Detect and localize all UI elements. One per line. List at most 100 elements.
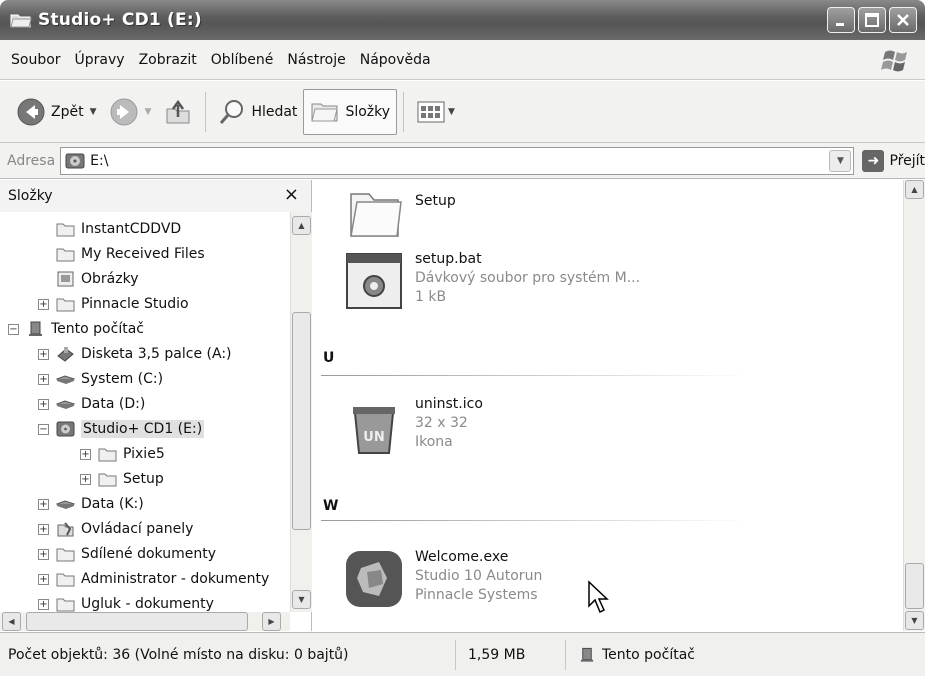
file-name: setup.bat: [415, 251, 482, 267]
expand-icon[interactable]: +: [38, 573, 49, 585]
batch-file-icon: [346, 253, 402, 309]
file-name: Welcome.exe: [415, 549, 509, 565]
folders-horizontal-scrollbar[interactable]: ◀ ▶: [0, 612, 290, 631]
tree-item-studio-cd1-e[interactable]: − Studio+ CD1 (E:): [38, 417, 205, 441]
tree-item-label: Ugluk - dokumenty: [81, 596, 214, 612]
file-dimensions: 32 x 32: [415, 415, 468, 431]
expand-icon[interactable]: +: [38, 398, 49, 410]
title-bar[interactable]: Studio+ CD1 (E:): [0, 0, 925, 40]
close-button[interactable]: [889, 7, 917, 33]
status-location: Tento počítač: [566, 640, 906, 670]
menu-tools[interactable]: Nástroje: [280, 52, 352, 68]
tree-item-shared-documents[interactable]: + Sdílené dokumenty: [38, 542, 216, 566]
scroll-thumb[interactable]: [26, 612, 248, 631]
scroll-up-button[interactable]: ▲: [292, 216, 311, 235]
tree-item-pixie5[interactable]: + Pixie5: [80, 442, 165, 466]
folders-vertical-scrollbar[interactable]: ▲ ▼: [290, 212, 312, 612]
tree-item-label: Disketa 3,5 palce (A:): [81, 346, 232, 362]
go-button[interactable]: ➜ Přejít: [862, 149, 925, 172]
chevron-left-icon: ◀: [8, 617, 15, 626]
tree-item-label: Data (D:): [81, 396, 146, 412]
scroll-down-button[interactable]: ▼: [292, 590, 311, 609]
expand-icon[interactable]: +: [38, 598, 49, 610]
tree-item-label: My Received Files: [81, 246, 205, 262]
tree-item-control-panel[interactable]: + Ovládací panely: [38, 517, 193, 541]
tree-item-administrator-documents[interactable]: + Administrator - dokumenty: [38, 567, 269, 591]
expand-icon[interactable]: +: [38, 373, 49, 385]
tree-item-data-d[interactable]: + Data (D:): [38, 392, 145, 416]
folders-button[interactable]: Složky: [303, 88, 398, 135]
pictures-folder-icon: [57, 271, 74, 287]
minimize-icon: [836, 23, 844, 26]
views-button[interactable]: ▼: [410, 89, 461, 135]
expand-icon[interactable]: +: [38, 348, 49, 360]
tree-item-floppy-a[interactable]: + Disketa 3,5 palce (A:): [38, 342, 232, 366]
close-icon[interactable]: ×: [284, 184, 299, 205]
maximize-button[interactable]: [858, 7, 886, 33]
scroll-up-button[interactable]: ▲: [905, 180, 924, 199]
file-item-setup-bat[interactable]: setup.bat Dávkový soubor pro systém M...…: [343, 250, 640, 312]
expand-icon[interactable]: +: [38, 523, 49, 535]
chevron-right-icon: ▶: [268, 617, 275, 626]
menu-edit[interactable]: Úpravy: [68, 52, 132, 68]
tree-item-tento-pocitac[interactable]: − Tento počítač: [8, 317, 144, 341]
chevron-down-icon[interactable]: ▼: [145, 107, 152, 117]
tree-item-instantcddvd[interactable]: InstantCDDVD: [56, 217, 181, 241]
file-item-uninst-ico[interactable]: UN uninst.ico 32 x 32 Ikona: [343, 395, 483, 457]
search-button[interactable]: Hledat: [212, 89, 303, 135]
expand-icon[interactable]: +: [38, 498, 49, 510]
go-arrow-icon: ➜: [862, 149, 885, 172]
cd-drive-icon: [65, 153, 85, 168]
expand-icon[interactable]: +: [38, 548, 49, 560]
mouse-cursor-icon: [588, 580, 609, 614]
scroll-thumb[interactable]: [292, 312, 311, 530]
scroll-left-button[interactable]: ◀: [2, 612, 21, 631]
file-name: Setup: [415, 193, 456, 209]
folders-pane: Složky × InstantCDDVD My Received Files …: [0, 180, 312, 631]
tree-item-pinnacle-studio[interactable]: + Pinnacle Studio: [38, 292, 189, 316]
minimize-button[interactable]: [827, 7, 855, 33]
forward-button[interactable]: ▼: [103, 89, 158, 135]
menu-favorites[interactable]: Oblíbené: [204, 52, 281, 68]
tree-item-setup[interactable]: + Setup: [80, 467, 164, 491]
tree-item-ugluk-documents[interactable]: + Ugluk - dokumenty: [38, 592, 214, 612]
folder-icon: [350, 193, 402, 237]
expand-icon[interactable]: +: [80, 473, 91, 485]
collapse-icon[interactable]: −: [8, 323, 19, 335]
expand-icon[interactable]: +: [38, 298, 49, 310]
group-divider: [321, 520, 751, 521]
folder-icon: [56, 298, 75, 312]
address-dropdown-button[interactable]: ▼: [829, 149, 852, 172]
tree-item-label: Studio+ CD1 (E:): [81, 420, 205, 438]
up-folder-button[interactable]: [157, 89, 199, 135]
tree-item-system-c[interactable]: + System (C:): [38, 367, 163, 391]
expand-icon[interactable]: +: [80, 448, 91, 460]
scroll-right-button[interactable]: ▶: [262, 612, 281, 631]
file-item-welcome-exe[interactable]: Welcome.exe Studio 10 Autorun Pinnacle S…: [343, 548, 542, 610]
back-button[interactable]: Zpět ▼: [10, 89, 103, 135]
views-grid-icon: [417, 101, 445, 122]
back-label: Zpět: [51, 103, 84, 120]
chevron-down-icon[interactable]: ▼: [448, 107, 455, 117]
menu-file[interactable]: Soubor: [4, 52, 68, 68]
chevron-up-icon: ▲: [911, 185, 918, 194]
tree-item-data-k[interactable]: + Data (K:): [38, 492, 144, 516]
chevron-down-icon[interactable]: ▼: [90, 107, 97, 117]
folder-icon: [56, 223, 75, 237]
scroll-down-button[interactable]: ▼: [905, 611, 924, 630]
folders-label: Složky: [345, 103, 391, 120]
group-divider: [321, 375, 751, 376]
tree-item-my-received-files[interactable]: My Received Files: [56, 242, 205, 266]
folders-icon: [311, 103, 339, 121]
tree-item-obrazky[interactable]: Obrázky: [56, 267, 138, 291]
menu-view[interactable]: Zobrazit: [132, 52, 204, 68]
scroll-thumb[interactable]: [905, 563, 924, 609]
file-list-vertical-scrollbar[interactable]: ▲ ▼: [903, 180, 925, 631]
collapse-icon[interactable]: −: [38, 423, 49, 435]
folder-icon: [98, 473, 117, 487]
go-label: Přejít: [889, 152, 925, 169]
drive-icon: [56, 375, 75, 384]
menu-help[interactable]: Nápověda: [353, 52, 438, 68]
address-input[interactable]: E:\ ▼: [60, 146, 855, 175]
file-item-setup[interactable]: Setup: [343, 180, 456, 242]
